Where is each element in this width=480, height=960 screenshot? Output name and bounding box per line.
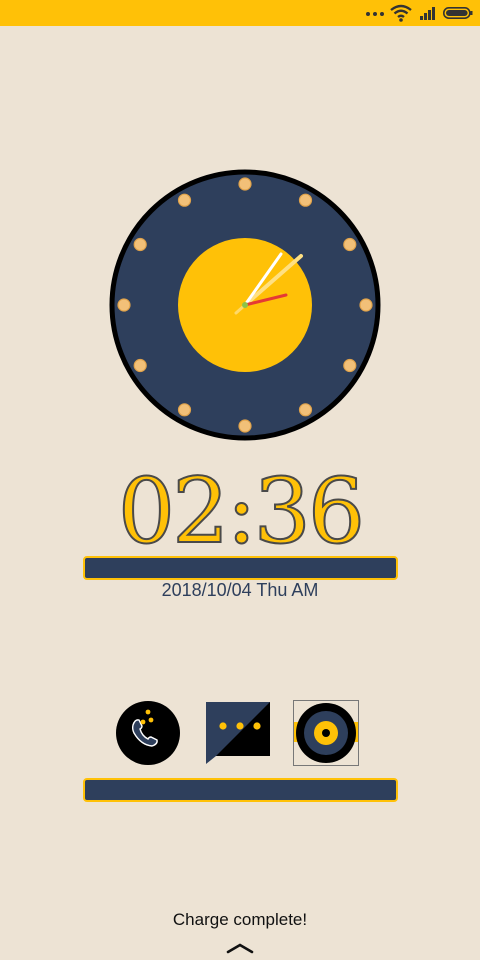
decorative-bar-bottom <box>83 778 398 802</box>
messages-shortcut-button[interactable] <box>204 700 270 766</box>
chevron-up-icon[interactable] <box>226 942 254 954</box>
hour-marker <box>133 237 147 252</box>
hour-marker <box>343 237 357 252</box>
clock-pivot <box>242 302 248 308</box>
hour-marker <box>117 298 131 312</box>
phone-shortcut-button[interactable] <box>115 700 181 766</box>
message-icon <box>206 702 270 764</box>
wifi-icon <box>390 4 412 22</box>
hour-marker <box>133 358 147 373</box>
more-dots-icon <box>366 9 384 17</box>
status-bar <box>0 0 480 26</box>
hour-marker <box>177 193 192 207</box>
signal-icon <box>420 7 435 20</box>
decorative-bar-top <box>83 556 398 580</box>
battery-icon <box>443 7 473 19</box>
hour-marker <box>359 298 373 312</box>
hour-marker <box>298 193 313 207</box>
date-label: 2018/10/04 Thu AM <box>161 580 319 600</box>
hour-marker <box>238 177 252 191</box>
music-shortcut-button[interactable] <box>293 700 359 766</box>
charge-status: Charge complete! <box>172 910 308 929</box>
analog-clock <box>109 169 381 441</box>
hour-marker <box>238 419 252 433</box>
hour-marker <box>343 358 357 373</box>
hour-marker <box>177 403 192 417</box>
hour-marker <box>298 403 313 417</box>
digital-time: 02:36 <box>117 459 366 564</box>
